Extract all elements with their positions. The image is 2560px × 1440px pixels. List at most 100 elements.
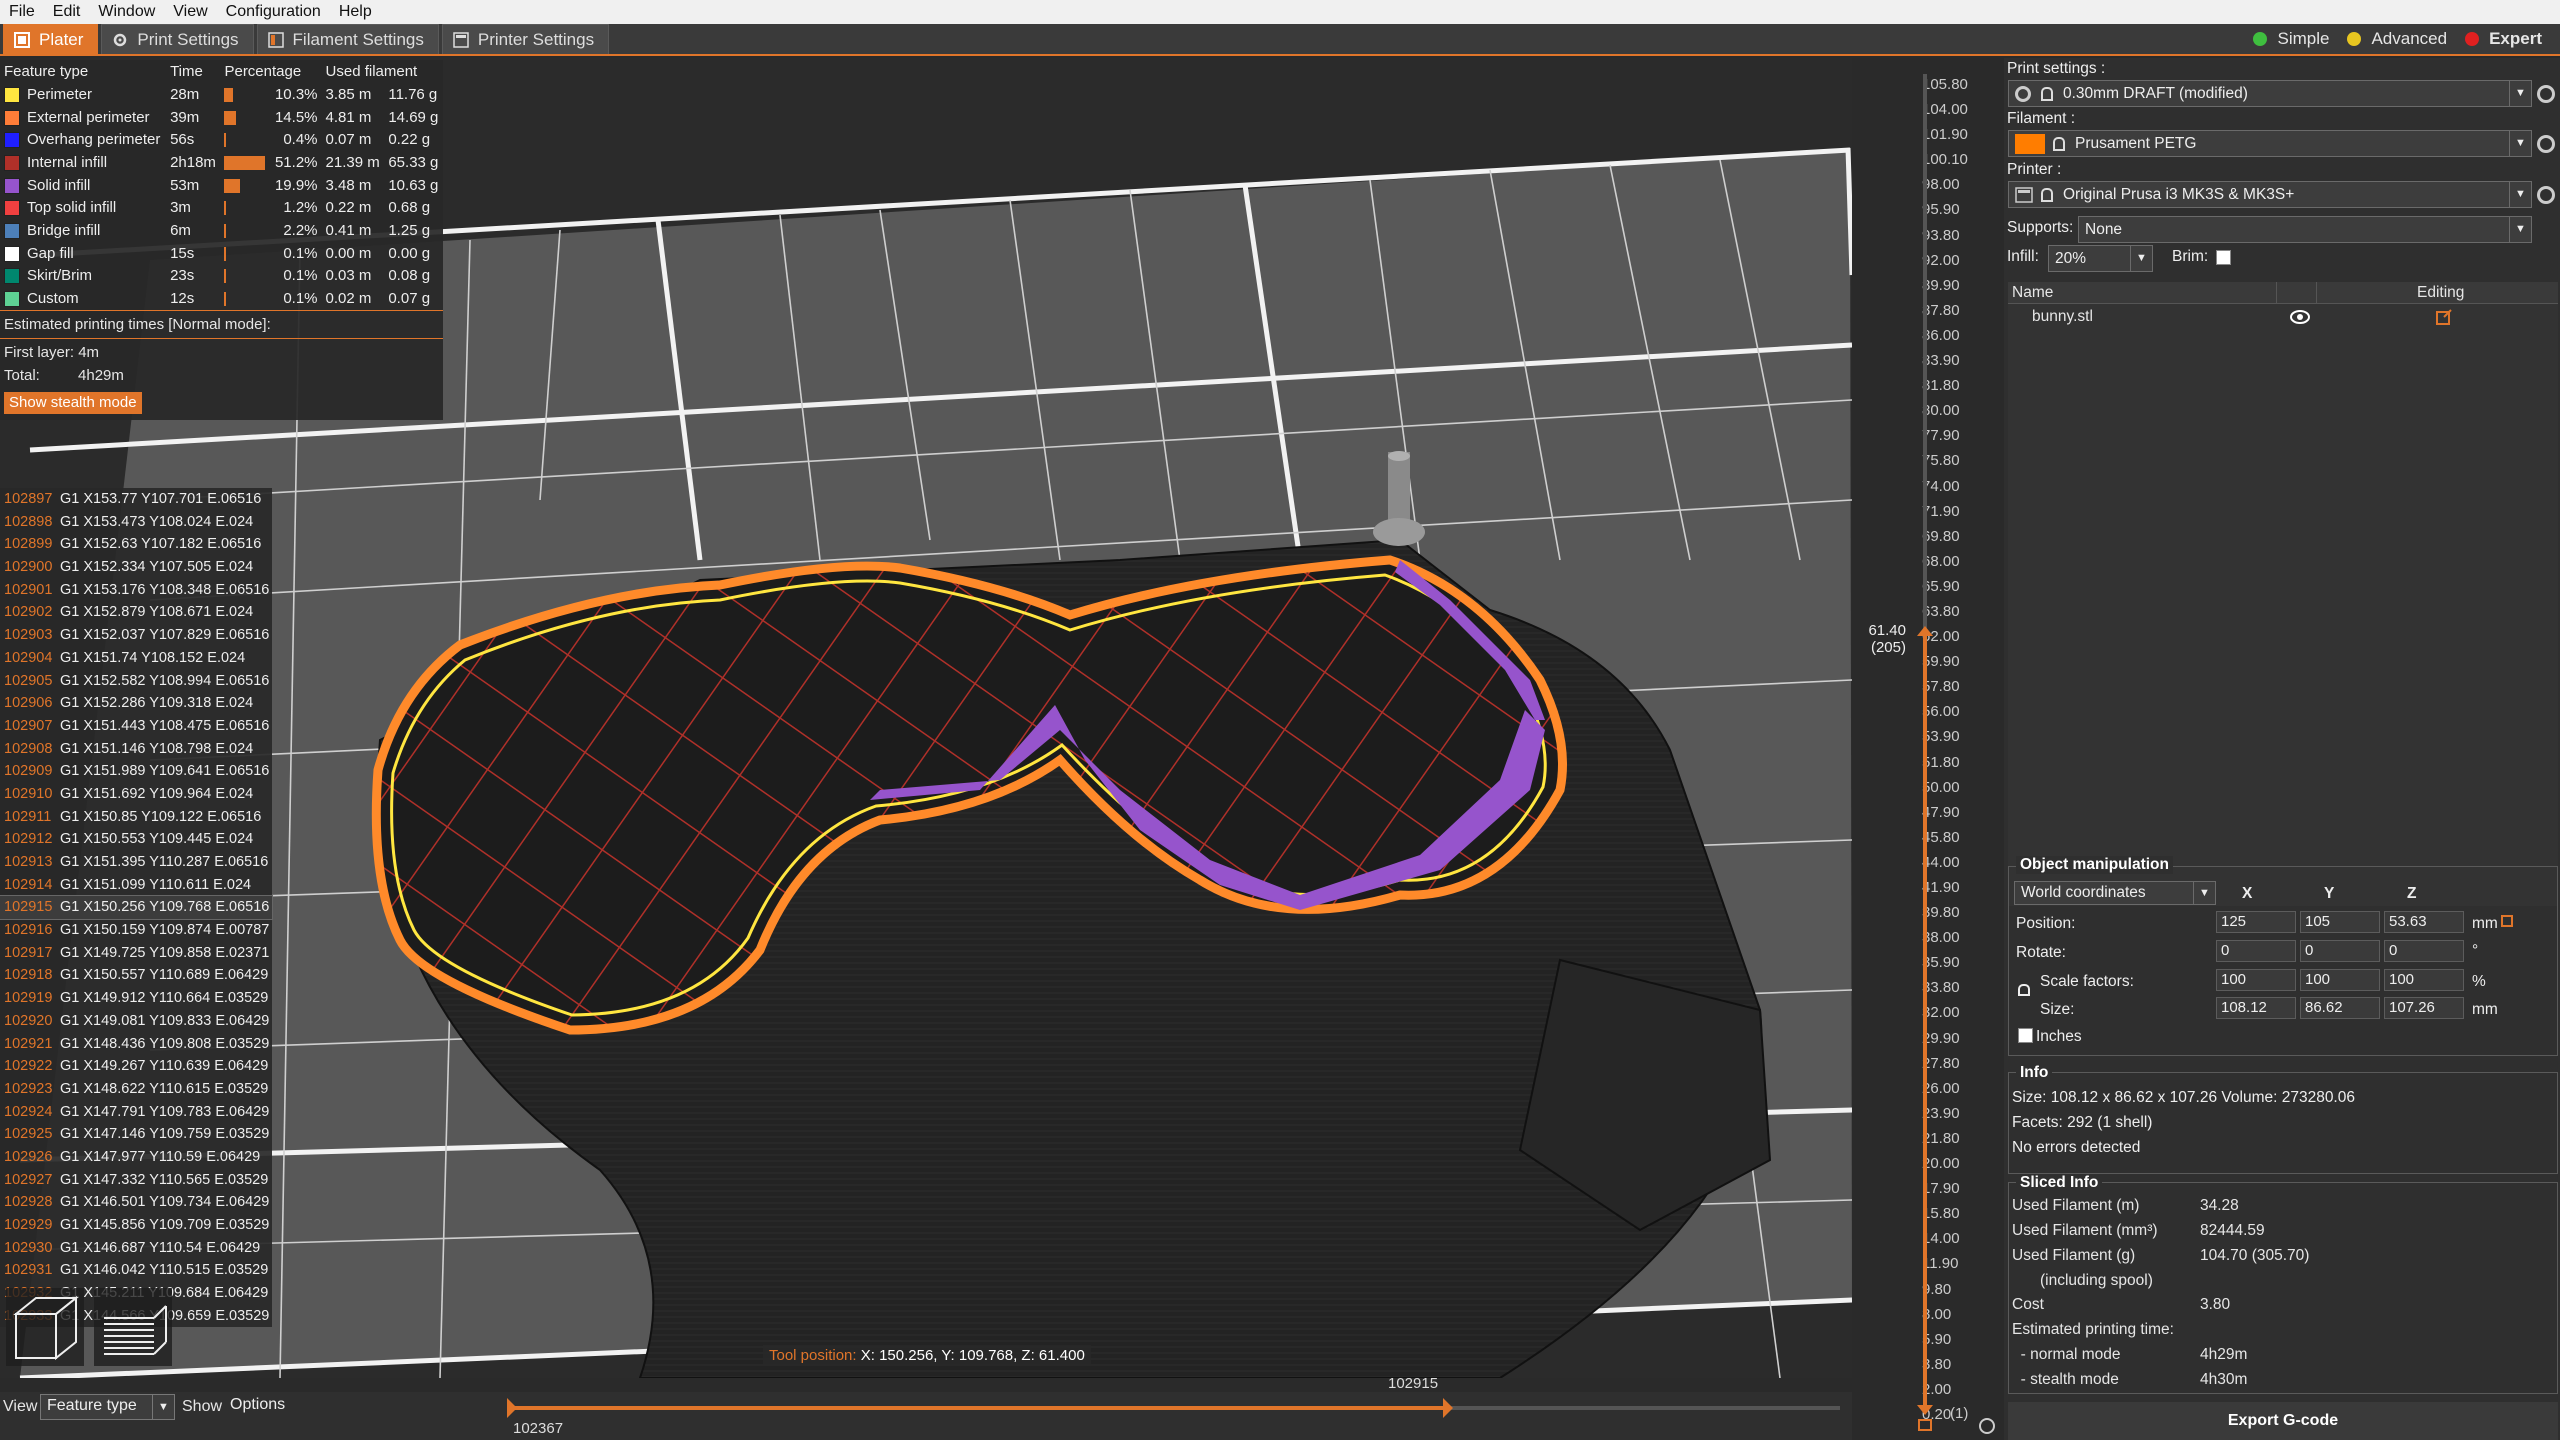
- gcode-line-text: G1 X147.977 Y110.59 E.06429: [60, 1148, 261, 1165]
- inches-checkbox[interactable]: [2018, 1028, 2033, 1043]
- percentage-bar-cell: [220, 128, 270, 151]
- move-start-thumb[interactable]: [507, 1398, 517, 1418]
- size-y-field[interactable]: 86.62: [2300, 997, 2380, 1019]
- sliced-info-row: Estimated printing time:: [2012, 1321, 2552, 1346]
- sliced-value: 34.28: [2200, 1197, 2239, 1214]
- feature-percentage: 0.4%: [283, 131, 318, 149]
- gcode-line: 102931 G1 X146.042 Y110.515 E.03529: [0, 1259, 272, 1282]
- position-z-field[interactable]: 53.63: [2384, 911, 2464, 933]
- drop-to-bed-icon[interactable]: [2501, 915, 2513, 927]
- rotate-y-field[interactable]: 0: [2300, 940, 2380, 962]
- show-stealth-mode-button[interactable]: Show stealth mode: [4, 391, 142, 414]
- gcode-line-text: G1 X152.037 Y107.829 E.06516: [60, 627, 270, 644]
- menu-help[interactable]: Help: [330, 3, 381, 21]
- view-type-combo[interactable]: Feature type ▼: [40, 1394, 175, 1420]
- upper-thumb[interactable]: [1917, 626, 1933, 636]
- position-y-field[interactable]: 105: [2300, 911, 2380, 933]
- print-settings-edit-icon[interactable]: [2537, 85, 2555, 103]
- menu-view[interactable]: View: [164, 3, 216, 21]
- cube-icon[interactable]: [6, 1288, 84, 1366]
- mode-simple[interactable]: Simple: [2253, 29, 2329, 49]
- 3d-viewport[interactable]: Feature type Time Percentage Used filame…: [0, 58, 1852, 1378]
- gcode-line-text: G1 X151.989 Y109.641 E.06516: [60, 763, 270, 780]
- gcode-line-text: G1 X149.267 Y110.639 E.06429: [60, 1058, 269, 1075]
- layers-icon[interactable]: [94, 1288, 172, 1366]
- menu-edit[interactable]: Edit: [44, 3, 90, 21]
- menu-window[interactable]: Window: [89, 3, 164, 21]
- move-end-thumb[interactable]: [1443, 1398, 1453, 1418]
- legend-row-overhang-perimeter[interactable]: Overhang perimeter 56s 0.4% 0.07 m 0.22 g: [0, 128, 443, 151]
- options-combo[interactable]: Options: [224, 1394, 499, 1420]
- rotate-x-field[interactable]: 0: [2216, 940, 2296, 962]
- legend-row-solid-infill[interactable]: Solid infill 53m 19.9% 3.48 m 10.63 g: [0, 174, 443, 197]
- legend-rows: Perimeter 28m 10.3% 3.85 m 11.76 g External p…: [0, 83, 443, 310]
- legend-row-bridge-infill[interactable]: Bridge infill 6m 2.2% 0.41 m 1.25 g: [0, 219, 443, 242]
- brim-checkbox[interactable]: [2216, 250, 2231, 265]
- lower-thumb[interactable]: [1917, 1405, 1933, 1415]
- move-slider[interactable]: [505, 1396, 1845, 1440]
- print-settings-combo[interactable]: 0.30mm DRAFT (modified) ▼: [2008, 80, 2532, 107]
- feature-weight: 14.69 g: [388, 108, 439, 126]
- show-label: Show: [182, 1398, 223, 1415]
- scale-x-field[interactable]: 100: [2216, 969, 2296, 991]
- filament-color-swatch: [2015, 133, 2045, 154]
- menu-file[interactable]: File: [0, 3, 44, 21]
- rotate-z-field[interactable]: 0: [2384, 940, 2464, 962]
- tab-plater[interactable]: Plater: [3, 24, 99, 54]
- sliced-info: Used Filament (m) 34.28 Used Filament (mm³…: [2012, 1197, 2552, 1396]
- legend-row-external-perimeter[interactable]: External perimeter 39m 14.5% 4.81 m 14.69 g: [0, 106, 443, 129]
- legend-row-skirt-brim[interactable]: Skirt/Brim 23s 0.1% 0.03 m 0.08 g: [0, 265, 443, 288]
- printer-edit-icon[interactable]: [2537, 186, 2555, 204]
- feature-time: 3m: [170, 199, 191, 217]
- sliced-value: 4h30m: [2200, 1371, 2248, 1388]
- legend-row-perimeter[interactable]: Perimeter 28m 10.3% 3.85 m 11.76 g: [0, 83, 443, 106]
- tab-print-settings[interactable]: Print Settings: [101, 24, 254, 54]
- filament-edit-icon[interactable]: [2537, 135, 2555, 153]
- supports-combo[interactable]: None ▼: [2078, 216, 2532, 243]
- object-row[interactable]: bunny.stl: [2008, 304, 2558, 330]
- legend-header: Feature type Time Percentage Used filame…: [0, 60, 443, 83]
- scale-z-field[interactable]: 100: [2384, 969, 2464, 991]
- percentage-bar-cell: [220, 196, 270, 219]
- gcode-line-text: G1 X151.692 Y109.964 E.024: [60, 785, 254, 802]
- legend-row-top-solid-infill[interactable]: Top solid infill 3m 1.2% 0.22 m 0.68 g: [0, 196, 443, 219]
- mode-expert[interactable]: Expert: [2465, 29, 2542, 49]
- feature-time: 12s: [170, 290, 195, 308]
- lock-icon[interactable]: [1918, 1419, 1932, 1431]
- gcode-line-number: 102909: [4, 763, 53, 780]
- gcode-line-number: 102928: [4, 1194, 53, 1211]
- axis-x-header: X: [2242, 885, 2253, 902]
- mode-advanced[interactable]: Advanced: [2347, 29, 2447, 49]
- feature-name: Solid infill: [27, 176, 91, 194]
- infill-combo[interactable]: 20% ▼: [2048, 245, 2153, 272]
- coordinates-combo[interactable]: World coordinates ▼: [2014, 881, 2216, 905]
- filament-combo[interactable]: Prusament PETG ▼: [2008, 130, 2532, 157]
- col-used-filament: Used filament: [325, 63, 418, 80]
- legend-row-gap-fill[interactable]: Gap fill 15s 0.1% 0.00 m 0.00 g: [0, 242, 443, 265]
- scale-lock-icon[interactable]: [2018, 984, 2030, 996]
- sliced-value: 82444.59: [2200, 1222, 2265, 1239]
- eye-icon[interactable]: [2290, 310, 2310, 324]
- edit-icon[interactable]: [2436, 309, 2452, 325]
- gcode-line: 102897 G1 X153.77 Y107.701 E.06516: [0, 488, 272, 511]
- gear-icon: [114, 33, 127, 46]
- scale-y-field[interactable]: 100: [2300, 969, 2380, 991]
- size-x-field[interactable]: 108.12: [2216, 997, 2296, 1019]
- tab-filament-settings[interactable]: Filament Settings: [256, 24, 439, 54]
- menu-configuration[interactable]: Configuration: [217, 3, 330, 21]
- color-swatch: [4, 222, 20, 239]
- feature-name: Gap fill: [27, 244, 74, 262]
- gcode-line: 102907 G1 X151.443 Y108.475 E.06516: [0, 715, 272, 738]
- position-x-field[interactable]: 125: [2216, 911, 2296, 933]
- size-z-field[interactable]: 107.26: [2384, 997, 2464, 1019]
- legend-row-custom[interactable]: Custom 12s 0.1% 0.02 m 0.07 g: [0, 287, 443, 310]
- gcode-line-text: G1 X153.77 Y107.701 E.06516: [60, 491, 262, 507]
- gcode-line: 102908 G1 X151.146 Y108.798 E.024: [0, 738, 272, 761]
- printer-combo[interactable]: Original Prusa i3 MK3S & MK3S+ ▼: [2008, 181, 2532, 208]
- legend-row-internal-infill[interactable]: Internal infill 2h18m 51.2% 21.39 m 65.33 g: [0, 151, 443, 174]
- gcode-line-number: 102915: [4, 899, 53, 916]
- settings-cog-icon[interactable]: [1979, 1418, 1995, 1434]
- tab-printer-settings[interactable]: Printer Settings: [441, 24, 610, 54]
- expert-dot-icon: [2465, 32, 2480, 46]
- export-gcode-button[interactable]: Export G-code: [2008, 1402, 2558, 1440]
